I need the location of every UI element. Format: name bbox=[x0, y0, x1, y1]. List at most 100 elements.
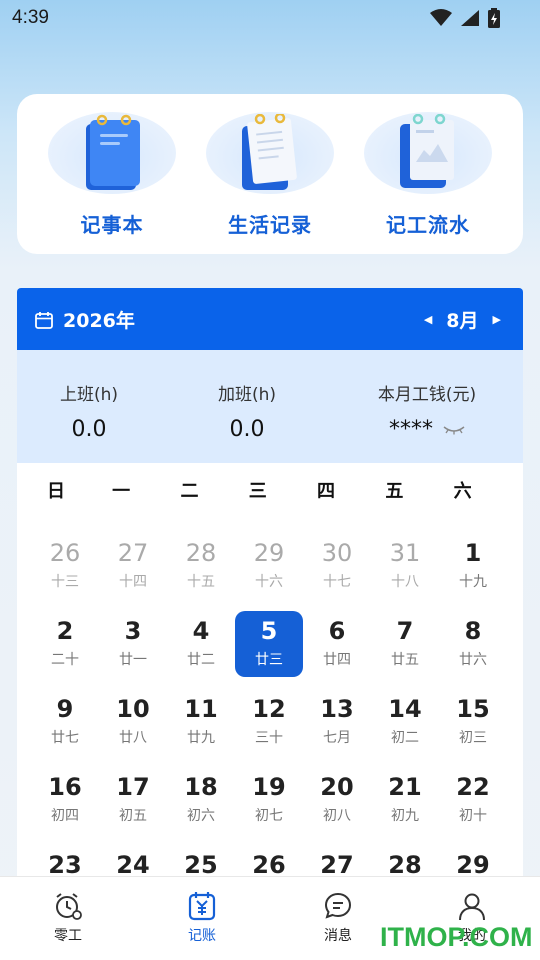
lunar-date: 廿四 bbox=[323, 652, 351, 668]
day-number: 4 bbox=[192, 617, 210, 645]
lunar-date: 初九 bbox=[391, 808, 419, 824]
day-cell[interactable]: 9 廿七 bbox=[31, 689, 99, 755]
day-cell[interactable]: 26 十三 bbox=[31, 533, 99, 599]
day-number: 11 bbox=[184, 695, 218, 723]
day-cell[interactable]: 15 初三 bbox=[439, 689, 507, 755]
day-cell[interactable]: 28 十五 bbox=[167, 533, 235, 599]
day-grid: 26 十三 27 十四 28 十五 29 十六 30 十七 31 十八 1 十九 2 二十 3 廿一 4 廿二 5 廿三 6… bbox=[31, 533, 511, 883]
nav-gig[interactable]: 零工 bbox=[28, 891, 108, 945]
day-cell[interactable]: 8 廿六 bbox=[439, 611, 507, 677]
wage-label: 本月工钱(元) bbox=[377, 385, 477, 405]
notebook-icon bbox=[86, 114, 140, 190]
nav-messages-label: 消息 bbox=[324, 928, 352, 944]
day-cell[interactable]: 16 初四 bbox=[31, 767, 99, 833]
day-cell[interactable]: 20 初八 bbox=[303, 767, 371, 833]
day-cell[interactable]: 7 廿五 bbox=[371, 611, 439, 677]
day-cell[interactable]: 12 三十 bbox=[235, 689, 303, 755]
day-cell[interactable]: 4 廿二 bbox=[167, 611, 235, 677]
weekday-label: 六 bbox=[453, 481, 472, 502]
nav-ledger-label: 记账 bbox=[188, 928, 216, 944]
overtime-label: 加班(h) bbox=[217, 385, 277, 405]
day-cell[interactable]: 30 十七 bbox=[303, 533, 371, 599]
day-cell[interactable]: 6 廿四 bbox=[303, 611, 371, 677]
nav-ledger[interactable]: 记账 bbox=[162, 891, 242, 945]
day-cell[interactable]: 21 初九 bbox=[371, 767, 439, 833]
lunar-date: 十七 bbox=[323, 574, 351, 590]
work-log-button[interactable]: 记工流水 bbox=[363, 112, 493, 238]
week-row: 16 初四 17 初五 18 初六 19 初七 20 初八 21 初九 22 初十 bbox=[31, 767, 511, 845]
day-cell[interactable]: 1 十九 bbox=[439, 533, 507, 599]
lunar-date: 廿五 bbox=[391, 652, 419, 668]
lunar-date: 初二 bbox=[391, 730, 419, 746]
lunar-date: 初三 bbox=[459, 730, 487, 746]
overtime-stat: 加班(h) 0.0 bbox=[197, 380, 297, 442]
life-record-illustration bbox=[206, 112, 334, 194]
lunar-date: 初四 bbox=[51, 808, 79, 824]
day-number: 12 bbox=[252, 695, 286, 723]
day-number: 9 bbox=[56, 695, 74, 723]
day-number: 29 bbox=[253, 539, 285, 567]
prev-month-icon[interactable]: ◀ bbox=[424, 313, 432, 326]
day-cell[interactable]: 3 廿一 bbox=[99, 611, 167, 677]
quick-actions-card: 记事本 生活记录 记工流水 bbox=[17, 94, 523, 254]
day-number: 25 bbox=[184, 851, 218, 879]
day-number: 18 bbox=[184, 773, 218, 801]
lunar-date: 初六 bbox=[187, 808, 215, 824]
lunar-date: 廿二 bbox=[187, 652, 215, 668]
notebook-button[interactable]: 记事本 bbox=[47, 112, 177, 238]
year-label: 2026年 bbox=[63, 310, 135, 332]
weekday-label: 四 bbox=[317, 481, 336, 502]
lunar-date: 十六 bbox=[255, 574, 283, 590]
day-cell-selected[interactable]: 5 廿三 bbox=[235, 611, 303, 677]
work-hours-value: 0.0 bbox=[71, 417, 107, 442]
day-number: 27 bbox=[117, 539, 149, 567]
nav-messages[interactable]: 消息 bbox=[298, 891, 378, 945]
month-selector: ◀ 8月 ▶ bbox=[424, 306, 501, 333]
day-cell[interactable]: 27 十四 bbox=[99, 533, 167, 599]
day-number: 17 bbox=[116, 773, 150, 801]
day-cell[interactable]: 10 廿八 bbox=[99, 689, 167, 755]
day-cell[interactable]: 18 初六 bbox=[167, 767, 235, 833]
day-number: 7 bbox=[396, 617, 414, 645]
eye-closed-icon[interactable] bbox=[443, 425, 465, 435]
day-number: 13 bbox=[320, 695, 354, 723]
lunar-date: 初十 bbox=[459, 808, 487, 824]
day-number: 27 bbox=[320, 851, 354, 879]
day-cell[interactable]: 31 十八 bbox=[371, 533, 439, 599]
day-cell[interactable]: 2 二十 bbox=[31, 611, 99, 677]
lunar-date: 初七 bbox=[255, 808, 283, 824]
day-cell[interactable]: 14 初二 bbox=[371, 689, 439, 755]
day-number: 30 bbox=[321, 539, 353, 567]
life-record-button[interactable]: 生活记录 bbox=[205, 112, 335, 238]
day-cell[interactable]: 17 初五 bbox=[99, 767, 167, 833]
work-hours-stat: 上班(h) 0.0 bbox=[39, 380, 139, 442]
nav-gig-label: 零工 bbox=[54, 928, 82, 944]
day-cell[interactable]: 13 七月 bbox=[303, 689, 371, 755]
day-cell[interactable]: 29 十六 bbox=[235, 533, 303, 599]
day-cell[interactable]: 11 廿九 bbox=[167, 689, 235, 755]
week-row: 26 十三 27 十四 28 十五 29 十六 30 十七 31 十八 1 十九 bbox=[31, 533, 511, 611]
work-log-illustration bbox=[364, 112, 492, 194]
day-number: 28 bbox=[388, 851, 422, 879]
lunar-date: 二十 bbox=[51, 652, 79, 668]
lunar-date: 廿三 bbox=[255, 652, 283, 668]
work-log-label: 记工流水 bbox=[386, 213, 470, 237]
lunar-date: 七月 bbox=[323, 730, 351, 746]
day-number: 31 bbox=[389, 539, 421, 567]
lunar-date: 廿九 bbox=[187, 730, 215, 746]
status-bar: 4:39 bbox=[0, 0, 540, 36]
day-number: 23 bbox=[48, 851, 82, 879]
calendar-icon bbox=[35, 311, 53, 329]
year-selector[interactable]: 2026年 bbox=[35, 306, 135, 333]
day-cell[interactable]: 22 初十 bbox=[439, 767, 507, 833]
lunar-date: 三十 bbox=[255, 730, 283, 746]
lunar-date: 廿六 bbox=[459, 652, 487, 668]
day-number: 24 bbox=[116, 851, 150, 879]
wifi-icon bbox=[430, 9, 452, 26]
signal-icon bbox=[461, 10, 479, 26]
day-cell[interactable]: 19 初七 bbox=[235, 767, 303, 833]
day-number: 20 bbox=[320, 773, 354, 801]
lunar-date: 十五 bbox=[187, 574, 215, 590]
next-month-icon[interactable]: ▶ bbox=[493, 313, 501, 326]
weekday-label: 三 bbox=[248, 481, 267, 502]
